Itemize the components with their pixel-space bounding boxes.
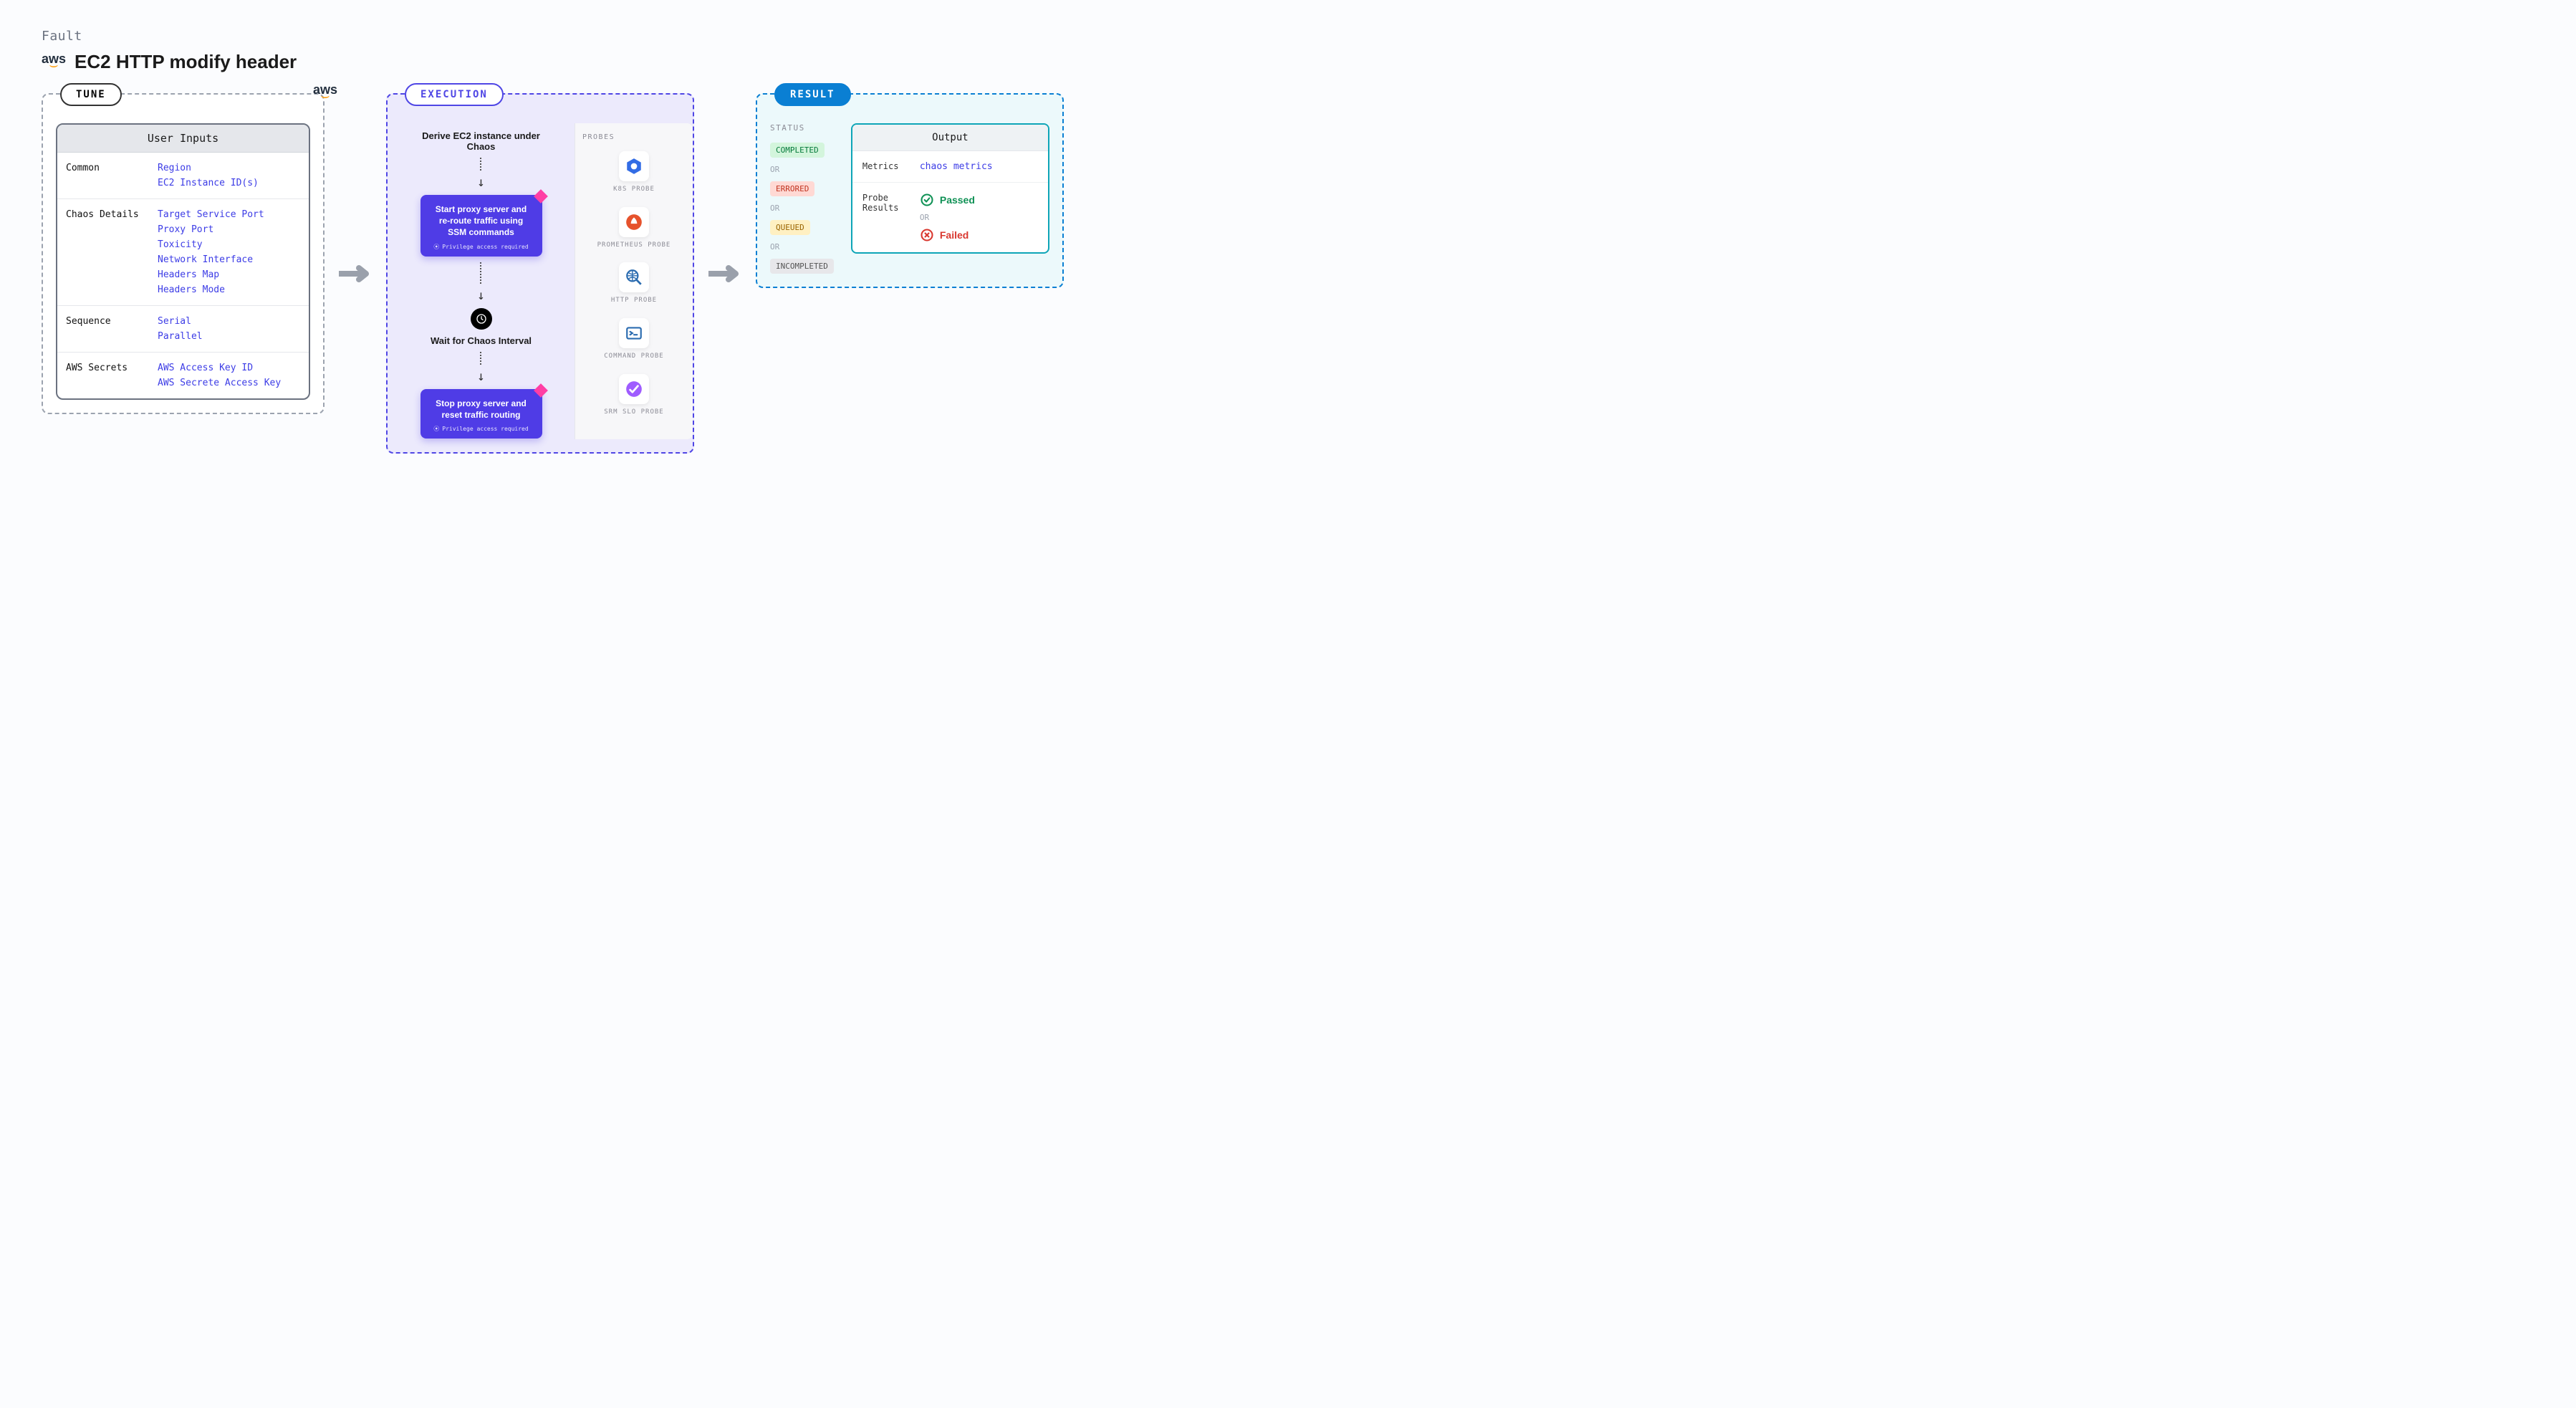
input-item: Region [158, 163, 259, 173]
probes-panel: PROBES K8S PROBE PROMETHEUS PROBE HTTP PRO… [575, 123, 693, 439]
probe-item: SRM SLO PROBE [582, 374, 686, 417]
aws-logo-icon: aws ⌣ [313, 86, 337, 100]
output-panel: Output Metrics chaos metrics Probe Resul… [851, 123, 1049, 254]
probe-result-failed: Failed [920, 228, 975, 242]
tune-badge: TUNE [60, 83, 122, 106]
input-group: Chaos Details Target Service Port Proxy Po… [57, 199, 309, 306]
input-group-label: Sequence [66, 316, 152, 327]
prometheus-icon [619, 207, 649, 237]
lock-icon: ⦿ [433, 243, 439, 251]
input-item: Toxicity [158, 239, 264, 250]
input-group: Sequence Serial Parallel [57, 306, 309, 353]
input-item: Proxy Port [158, 224, 264, 235]
lock-icon: ⦿ [433, 425, 439, 433]
arrow-down-icon: ↓ [477, 289, 485, 302]
header: Fault aws ⌣ EC2 HTTP modify header [42, 29, 2534, 73]
input-item: Network Interface [158, 254, 264, 265]
status-incompleted: INCOMPLETED [770, 259, 834, 274]
input-item: Target Service Port [158, 209, 264, 220]
probe-label: SRM SLO PROBE [604, 408, 663, 417]
input-item: Serial [158, 316, 203, 327]
probe-result-passed: Passed [920, 193, 975, 207]
probe-results-label: Probe Results [862, 193, 913, 213]
probes-title: PROBES [582, 133, 686, 141]
input-group-label: Chaos Details [66, 209, 152, 220]
input-item: AWS Access Key ID [158, 363, 281, 373]
arrow-right-icon [339, 265, 372, 282]
input-item: Parallel [158, 331, 203, 342]
metrics-label: Metrics [862, 161, 913, 171]
execution-stage: EXECUTION Derive EC2 instance under Chao… [386, 93, 694, 454]
probe-label: COMMAND PROBE [604, 353, 663, 361]
input-item: Headers Mode [158, 284, 264, 295]
probe-item: HTTP PROBE [582, 262, 686, 305]
user-inputs-panel: User Inputs Common Region EC2 Instance ID(… [56, 123, 310, 400]
check-circle-icon [920, 193, 934, 207]
execution-flow: Derive EC2 instance under Chaos ↓ Start … [400, 123, 562, 439]
flow-step-derive: Derive EC2 instance under Chaos [420, 130, 542, 152]
arrow-right-icon [708, 265, 741, 282]
page-title: EC2 HTTP modify header [75, 51, 297, 73]
output-title: Output [852, 125, 1048, 151]
flow-card-stop-proxy: Stop proxy server and reset traffic rout… [420, 389, 542, 439]
aws-logo-icon: aws ⌣ [42, 55, 66, 69]
arrow-down-icon: ↓ [477, 176, 485, 189]
status-completed: COMPLETED [770, 143, 825, 158]
metrics-value: chaos metrics [920, 161, 993, 172]
status-title: STATUS [770, 123, 834, 133]
k8s-icon [619, 151, 649, 181]
flow-step-wait: Wait for Chaos Interval [431, 335, 532, 346]
arrow-down-icon: ↓ [477, 370, 485, 383]
tune-stage: TUNE aws ⌣ User Inputs CommonRegionEC2 I… [42, 93, 325, 414]
input-group-label: Common [66, 163, 152, 173]
status-column: STATUS COMPLETED OR ERRORED OR QUEUED OR… [770, 123, 834, 274]
stages-row: TUNE aws ⌣ User Inputs CommonRegionEC2 I… [42, 93, 2534, 454]
result-badge: RESULT [774, 83, 851, 106]
flow-card-start-proxy: Start proxy server and re-route traffic … [420, 195, 542, 257]
input-group: Common Region EC2 Instance ID(s) [57, 153, 309, 199]
probe-label: K8S PROBE [613, 186, 655, 194]
status-errored: ERRORED [770, 181, 814, 196]
probe-label: PROMETHEUS PROBE [597, 241, 671, 250]
fault-label: Fault [42, 29, 2534, 44]
execution-badge: EXECUTION [405, 83, 504, 106]
http-icon [619, 262, 649, 292]
input-group: AWS Secrets AWS Access Key ID AWS Secrete … [57, 353, 309, 398]
probe-item: COMMAND PROBE [582, 318, 686, 361]
user-inputs-title: User Inputs [57, 125, 309, 153]
input-item: EC2 Instance ID(s) [158, 178, 259, 188]
clock-icon [471, 308, 492, 330]
status-queued: QUEUED [770, 220, 810, 235]
result-stage: RESULT STATUS COMPLETED OR ERRORED OR QU… [756, 93, 1064, 288]
srm-icon [619, 374, 649, 404]
input-item: AWS Secrete Access Key [158, 378, 281, 388]
cmd-icon [619, 318, 649, 348]
probe-item: PROMETHEUS PROBE [582, 207, 686, 250]
probe-item: K8S PROBE [582, 151, 686, 194]
input-item: Headers Map [158, 269, 264, 280]
input-group-label: AWS Secrets [66, 363, 152, 373]
x-circle-icon [920, 228, 934, 242]
probe-label: HTTP PROBE [611, 297, 657, 305]
